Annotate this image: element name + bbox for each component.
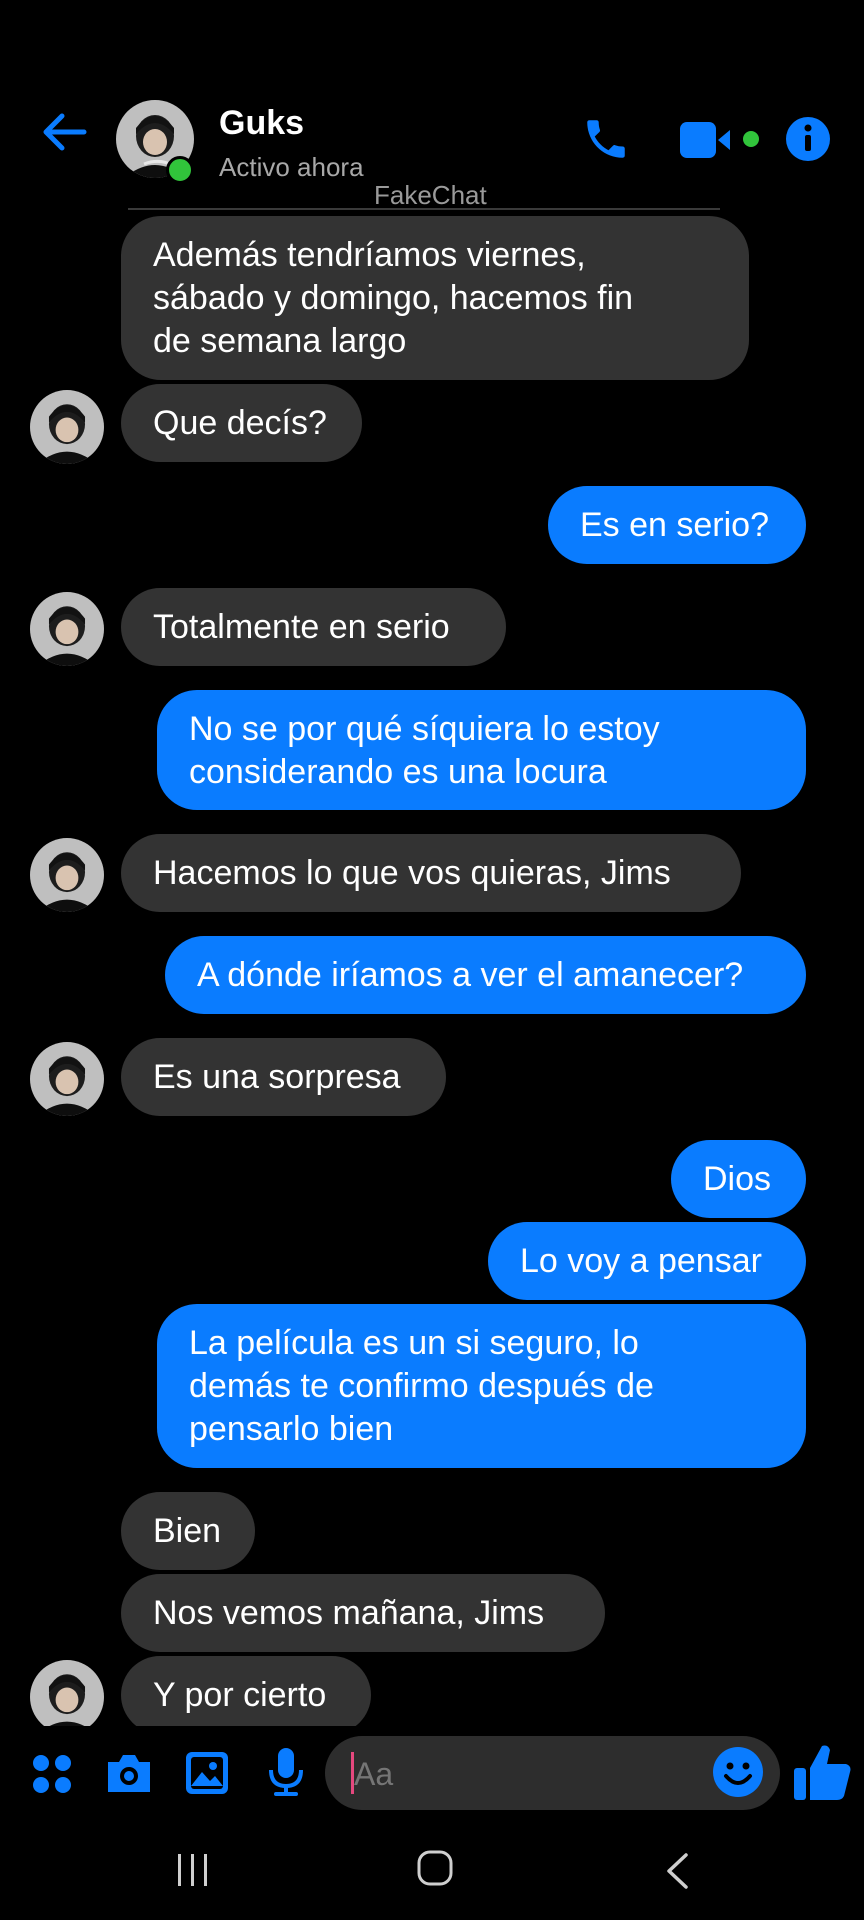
sender-avatar <box>30 1042 104 1116</box>
message-bubble-incoming[interactable]: Que decís? <box>121 384 362 462</box>
info-icon[interactable] <box>785 116 831 162</box>
message-bubble-incoming[interactable]: Bien <box>121 1492 255 1570</box>
gallery-icon[interactable] <box>184 1750 230 1796</box>
message-bubble-outgoing[interactable]: Dios <box>671 1140 806 1218</box>
message-bubble-incoming[interactable]: Es una sorpresa <box>121 1038 446 1116</box>
message-input[interactable] <box>354 1756 684 1793</box>
phone-icon[interactable] <box>580 114 632 164</box>
message-bubble-incoming[interactable]: Además tendríamos viernes, sábado y domi… <box>121 216 749 380</box>
sender-avatar <box>30 1660 104 1734</box>
message-bubble-outgoing[interactable]: Lo voy a pensar <box>488 1222 806 1300</box>
back-arrow-icon[interactable] <box>40 112 88 152</box>
contact-name[interactable]: Guks <box>219 104 304 143</box>
message-bubble-outgoing[interactable]: No se por qué síquiera lo estoy consider… <box>157 690 806 810</box>
watermark: FakeChat <box>374 180 487 210</box>
sender-avatar <box>30 592 104 666</box>
message-bubble-outgoing[interactable]: A dónde iríamos a ver el amanecer? <box>165 936 806 1014</box>
apps-icon[interactable] <box>30 1752 74 1796</box>
sender-avatar <box>30 390 104 464</box>
recent-apps-icon[interactable] <box>176 1852 210 1888</box>
camera-icon[interactable] <box>104 1750 154 1796</box>
online-status-dot <box>166 156 194 184</box>
message-bubble-incoming[interactable]: Y por cierto <box>121 1656 371 1734</box>
contact-status: Activo ahora <box>219 152 364 182</box>
nav-back-icon[interactable] <box>664 1852 690 1890</box>
like-icon[interactable] <box>790 1740 854 1804</box>
video-camera-icon[interactable] <box>678 120 736 160</box>
message-bubble-incoming[interactable]: Totalmente en serio <box>121 588 506 666</box>
home-icon[interactable] <box>415 1848 455 1888</box>
emoji-icon[interactable] <box>712 1746 764 1798</box>
message-bubble-outgoing[interactable]: Es en serio? <box>548 486 806 564</box>
message-bubble-incoming[interactable]: Nos vemos mañana, Jims <box>121 1574 605 1652</box>
message-bubble-outgoing[interactable]: La película es un si seguro, lo demás te… <box>157 1304 806 1468</box>
video-online-dot <box>743 131 759 147</box>
microphone-icon[interactable] <box>266 1746 306 1798</box>
message-bubble-incoming[interactable]: Hacemos lo que vos quieras, Jims <box>121 834 741 912</box>
sender-avatar <box>30 838 104 912</box>
